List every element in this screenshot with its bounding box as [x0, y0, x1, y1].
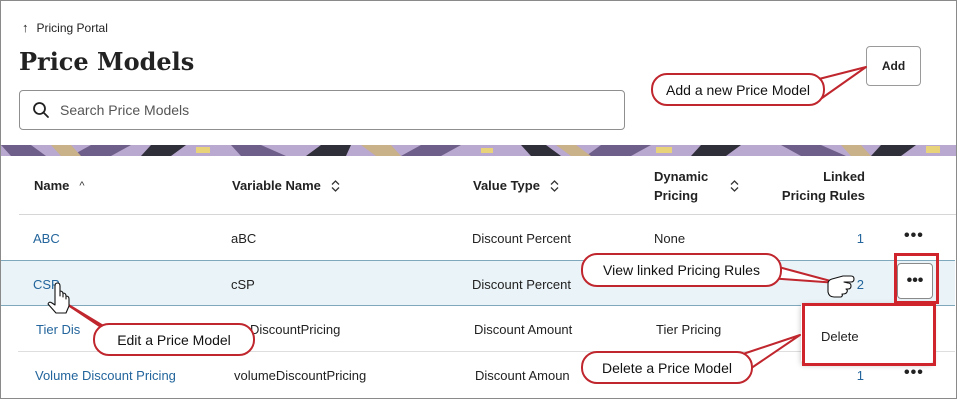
column-header-linked-pricing-rules: Linked Pricing Rules — [781, 168, 865, 203]
variable-name-cell: volumeDiscountPricing — [234, 367, 367, 383]
value-type-cell: Discount Percent — [472, 230, 571, 246]
price-model-name-link[interactable]: Tier Dis — [36, 306, 80, 352]
variable-name-cell: aBC — [231, 230, 257, 246]
more-actions-icon[interactable]: ••• — [904, 227, 924, 245]
sort-icon[interactable] — [730, 179, 739, 192]
add-button[interactable]: Add — [866, 46, 921, 86]
search-input[interactable] — [60, 102, 580, 118]
search-box[interactable] — [19, 90, 625, 130]
linked-rules-link[interactable]: 2 — [798, 261, 864, 307]
sort-icon[interactable] — [550, 179, 559, 192]
value-type-cell: Discount Amount — [474, 321, 573, 337]
table-row: ABC aBC Discount Percent None 1 ••• — [18, 215, 955, 261]
price-model-name-link[interactable]: CSP — [33, 261, 60, 307]
column-header-value-type[interactable]: Value Type — [473, 156, 559, 215]
sort-icon[interactable] — [331, 179, 340, 192]
callout-delete-price-model: Delete a Price Model — [581, 351, 753, 384]
column-header-dynamic-pricing[interactable]: Dynamic Pricing — [654, 156, 739, 215]
arrow-up-icon: ↑ — [22, 20, 29, 35]
column-header-name[interactable]: Name ^ — [34, 156, 85, 215]
dynamic-pricing-cell: Tier Pricing — [656, 321, 722, 337]
page-title: Price Models — [19, 47, 195, 76]
callout-edit-price-model: Edit a Price Model — [93, 323, 255, 356]
breadcrumb-label[interactable]: Pricing Portal — [37, 21, 108, 35]
highlight-box-delete-menu — [802, 303, 936, 366]
decorative-banner — [1, 145, 956, 156]
highlight-box-more-button — [894, 253, 939, 304]
variable-name-cell: cSP — [231, 276, 255, 292]
search-icon — [33, 102, 49, 118]
callout-add-price-model: Add a new Price Model — [651, 73, 825, 106]
value-type-cell: Discount Percent — [472, 276, 571, 292]
price-model-name-link[interactable]: ABC — [33, 215, 60, 261]
linked-rules-link[interactable]: 1 — [798, 215, 864, 261]
more-actions-icon[interactable]: ••• — [904, 364, 924, 382]
value-type-cell: Discount Amoun — [475, 367, 570, 383]
variable-name-cell: DiscountPricing — [250, 321, 341, 337]
breadcrumb[interactable]: ↑ Pricing Portal — [22, 20, 108, 35]
table-row-selected: CSP cSP Discount Percent 2 — [1, 260, 955, 306]
callout-view-linked-rules: View linked Pricing Rules — [581, 253, 782, 287]
sort-ascending-icon[interactable]: ^ — [79, 180, 84, 192]
column-header-variable-name[interactable]: Variable Name — [232, 156, 340, 215]
price-model-name-link[interactable]: Volume Discount Pricing — [35, 352, 176, 398]
